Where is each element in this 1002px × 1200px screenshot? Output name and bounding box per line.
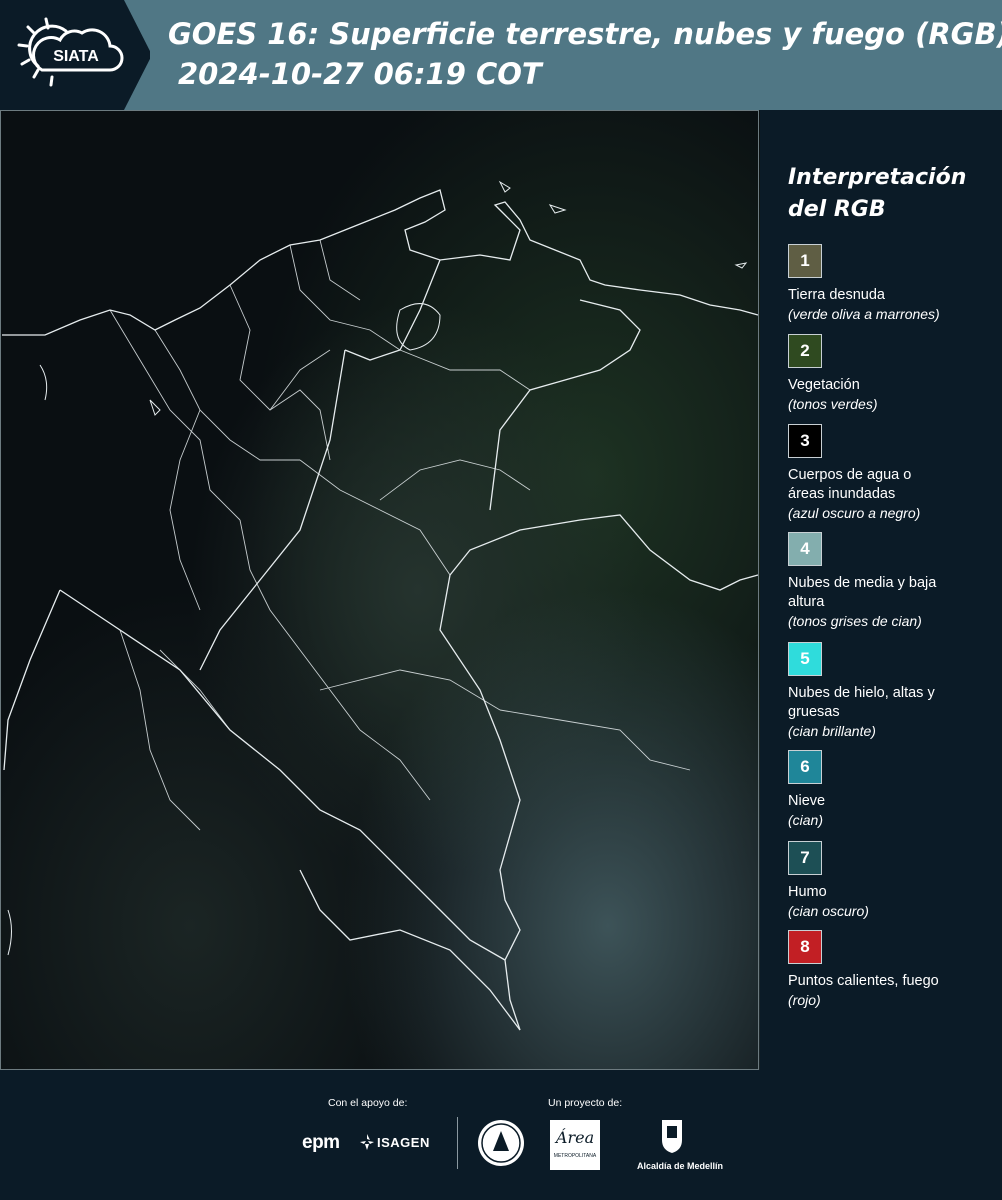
legend-label: Nieve [788,793,826,809]
legend-swatch: 4 [788,532,822,566]
legend-label: Nubes de media y baja altura [788,575,937,610]
satellite-map[interactable] [0,110,760,1070]
legend-sublabel: (azul oscuro a negro) [788,505,921,521]
alcaldia-medellin-logo: Alcaldía de Medellín [637,1118,724,1171]
isagen-logo: ISAGEN [360,1134,440,1150]
legend-item-water: 3 Cuerpos de agua o áreas inundadas (azu… [788,424,1002,523]
legend-item-vegetation: 2 Vegetación (tonos verdes) [788,334,1002,414]
cloud-area-southwest [0,110,760,1070]
area-metropolitana-logo: Área METROPOLITANA [550,1120,600,1170]
alcaldia-logo-text: Alcaldía de Medellín [637,1161,724,1171]
siata-logo: SIATA [0,0,152,110]
legend-panel: Interpretación del RGB 1 Tierra desnuda … [770,110,1002,1070]
legend-item-snow: 6 Nieve (cian) [788,750,1002,830]
university-seal-logo [477,1119,525,1172]
epm-logo: epm [302,1132,340,1153]
support-label: Con el apoyo de: [328,1097,408,1109]
legend-swatch: 8 [788,930,822,964]
legend-sublabel: (tonos grises de cian) [788,613,922,629]
legend-label: Nubes de hielo, altas y gruesas [788,685,935,720]
legend-swatch: 1 [788,244,822,278]
area-metropolitana-logo-text: Área [555,1128,595,1147]
header-bar: SIATA GOES 16: Superficie terrestre, nub… [0,0,1002,110]
legend-sublabel: (cian brillante) [788,723,876,739]
legend-item-smoke: 7 Humo (cian oscuro) [788,841,1002,921]
legend-label: Vegetación [788,377,860,393]
medellin-shield-icon [662,1120,682,1153]
legend-swatch: 3 [788,424,822,458]
legend-sublabel: (rojo) [788,992,821,1008]
legend-swatch: 2 [788,334,822,368]
legend-label: Humo [788,884,827,900]
legend-item-fire: 8 Puntos calientes, fuego (rojo) [788,930,1002,1010]
legend-title: Interpretación del RGB [788,162,998,226]
project-label: Un proyecto de: [548,1097,623,1109]
legend-sublabel: (verde oliva a marrones) [788,306,940,322]
legend-title-line-2: del RGB [788,197,886,222]
legend-sublabel: (cian) [788,812,824,828]
page-title: GOES 16: Superficie terrestre, nubes y f… [168,14,1002,94]
legend-title-line-1: Interpretación [788,165,967,190]
legend-label: Puntos calientes, fuego [788,973,939,989]
footer-bar: Con el apoyo de: Un proyecto de: epm ISA… [0,1070,1002,1200]
legend-label: Cuerpos de agua o áreas inundadas [788,467,912,502]
title-line-2: 2024-10-27 06:19 COT [178,57,542,91]
siata-logo-text: SIATA [53,48,99,65]
legend-item-bare-soil: 1 Tierra desnuda (verde oliva a marrones… [788,244,1002,324]
legend-item-low-clouds: 4 Nubes de media y baja altura (tonos gr… [788,532,1002,631]
legend-item-ice-clouds: 5 Nubes de hielo, altas y gruesas (cian … [788,642,1002,741]
footer-divider [457,1117,458,1169]
isagen-logo-text: ISAGEN [377,1134,430,1150]
area-metropolitana-logo-sub: METROPOLITANA [553,1153,597,1159]
isagen-mark-icon [360,1134,374,1150]
title-line-1: GOES 16: Superficie terrestre, nubes y f… [168,17,1002,51]
legend-sublabel: (cian oscuro) [788,903,869,919]
legend-swatch: 5 [788,642,822,676]
legend-swatch: 7 [788,841,822,875]
legend-swatch: 6 [788,750,822,784]
legend-label: Tierra desnuda [788,287,885,303]
legend-sublabel: (tonos verdes) [788,396,878,412]
